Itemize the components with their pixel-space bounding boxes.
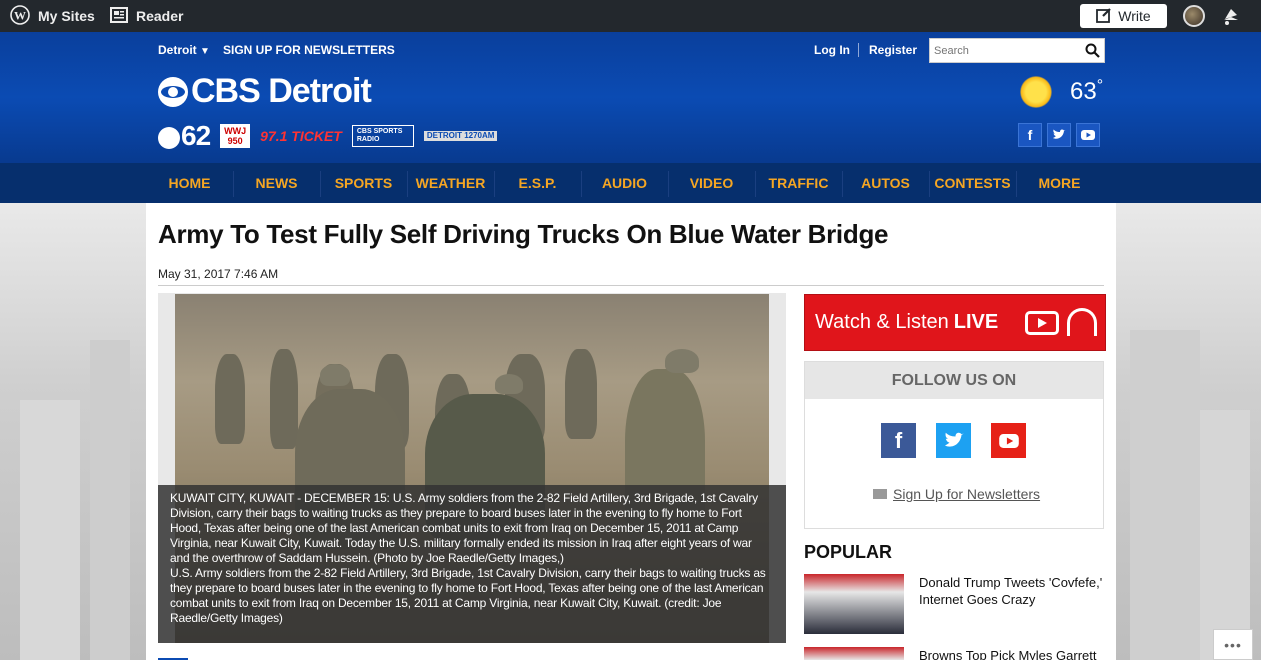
nav-divider xyxy=(494,171,495,197)
reader-link[interactable]: Reader xyxy=(110,0,183,32)
popular-thumbnail xyxy=(804,574,904,634)
envelope-icon xyxy=(873,489,887,499)
newsletter-link[interactable]: Sign Up for Newsletters xyxy=(873,486,1040,502)
popular-thumbnail xyxy=(804,647,904,660)
popular-title: POPULAR xyxy=(804,542,893,562)
nav-item-sports[interactable]: SPORTS xyxy=(320,163,407,203)
newsletter-signup-link[interactable]: SIGN UP FOR NEWSLETTERS xyxy=(223,43,395,57)
nav-divider xyxy=(929,171,930,197)
detroit-1270-logo[interactable]: DETROIT 1270AM xyxy=(423,131,498,141)
cbs62-text: 62 xyxy=(181,120,211,151)
divider xyxy=(858,43,859,57)
follow-us-panel: FOLLOW US ON f Sign Up for Newsletters xyxy=(804,361,1104,529)
caption-main: KUWAIT CITY, KUWAIT - DECEMBER 15: U.S. … xyxy=(170,491,758,565)
site-header: Detroit ▼ SIGN UP FOR NEWSLETTERS Log In… xyxy=(0,32,1261,163)
youtube-icon[interactable] xyxy=(991,423,1026,458)
nav-item-home[interactable]: HOME xyxy=(146,163,233,203)
youtube-icon[interactable] xyxy=(1076,123,1100,147)
video-icon xyxy=(1025,311,1059,335)
nav-divider xyxy=(320,171,321,197)
cbs-detroit-logo[interactable]: CBS Detroit xyxy=(158,72,372,111)
user-avatar[interactable] xyxy=(1183,5,1205,27)
caption-credit: U.S. Army soldiers from the 2-82 Field A… xyxy=(170,566,766,625)
watch-listen-live-banner[interactable]: Watch & Listen LIVE xyxy=(804,294,1106,351)
degree-symbol: ° xyxy=(1096,77,1104,94)
popular-item[interactable]: Donald Trump Tweets 'Covfefe,' Internet … xyxy=(804,574,1104,636)
nav-item-traffic[interactable]: TRAFFIC xyxy=(755,163,842,203)
nav-item-more[interactable]: MORE xyxy=(1016,163,1103,203)
search-box xyxy=(929,38,1105,63)
svg-text:W: W xyxy=(14,8,26,22)
nav-divider xyxy=(668,171,669,197)
nav-divider xyxy=(842,171,843,197)
nav-item-esp[interactable]: E.S.P. xyxy=(494,163,581,203)
cbs-eye-icon xyxy=(158,76,188,107)
divider xyxy=(158,285,1104,286)
facebook-icon[interactable]: f xyxy=(1018,123,1042,147)
register-link[interactable]: Register xyxy=(869,43,917,57)
nav-item-audio[interactable]: AUDIO xyxy=(581,163,668,203)
nav-divider xyxy=(1016,171,1017,197)
my-sites-link[interactable]: W My Sites xyxy=(10,0,95,32)
sun-icon xyxy=(1020,76,1052,108)
search-icon[interactable] xyxy=(1085,43,1100,63)
live-label: LIVE xyxy=(953,311,999,333)
write-button[interactable]: Write xyxy=(1080,4,1167,28)
nav-item-video[interactable]: VIDEO xyxy=(668,163,755,203)
nav-divider xyxy=(581,171,582,197)
logo-text: CBS Detroit xyxy=(191,72,372,110)
pencil-icon xyxy=(1096,7,1112,26)
popular-title-text: Browns Top Pick Myles Garrett xyxy=(919,648,1097,660)
popular-title-text: Donald Trump Tweets 'Covfefe,' Internet … xyxy=(919,575,1103,607)
bell-icon[interactable] xyxy=(1221,6,1241,31)
login-link[interactable]: Log In xyxy=(814,43,850,57)
follow-us-title: FOLLOW US ON xyxy=(805,362,1103,399)
photo-caption: KUWAIT CITY, KUWAIT - DECEMBER 15: U.S. … xyxy=(158,485,786,643)
ticket-logo[interactable]: 97.1 TICKET xyxy=(260,129,342,143)
nav-divider xyxy=(755,171,756,197)
temperature: 63 xyxy=(1070,78,1097,105)
header-social-links: f xyxy=(1018,123,1100,147)
newsletter-link-label: Sign Up for Newsletters xyxy=(893,486,1041,502)
nav-divider xyxy=(233,171,234,197)
reader-icon xyxy=(110,6,128,26)
weather-widget[interactable]: 63 ° xyxy=(1020,76,1103,108)
caret-down-icon: ▼ xyxy=(200,46,210,57)
twitter-icon[interactable] xyxy=(936,423,971,458)
twitter-icon[interactable] xyxy=(1047,123,1071,147)
wordpress-icon: W xyxy=(10,4,30,28)
main-nav: HOME NEWS SPORTS WEATHER E.S.P. AUDIO VIDEO TRA… xyxy=(0,163,1261,203)
wp-admin-bar: W My Sites Reader Write xyxy=(0,0,1261,32)
nav-divider xyxy=(407,171,408,197)
headphones-icon xyxy=(1067,308,1097,336)
article-container: Army To Test Fully Self Driving Trucks O… xyxy=(146,203,1116,660)
location-dropdown[interactable]: Detroit ▼ xyxy=(158,43,210,57)
more-options-button[interactable]: ••• xyxy=(1213,629,1253,660)
popular-item[interactable]: Browns Top Pick Myles Garrett xyxy=(804,647,1104,660)
reader-label: Reader xyxy=(136,8,184,24)
article-photo[interactable]: KUWAIT CITY, KUWAIT - DECEMBER 15: U.S. … xyxy=(158,293,786,643)
article-date: May 31, 2017 7:46 AM xyxy=(158,267,279,281)
facebook-icon[interactable]: f xyxy=(881,423,916,458)
nav-item-weather[interactable]: WEATHER xyxy=(407,163,494,203)
search-input[interactable] xyxy=(930,39,1080,62)
follow-social-icons: f xyxy=(881,423,1026,458)
cbs-sports-radio-logo[interactable]: CBS SPORTS RADIO xyxy=(351,125,414,147)
write-label: Write xyxy=(1118,8,1151,24)
nav-item-news[interactable]: NEWS xyxy=(233,163,320,203)
my-sites-label: My Sites xyxy=(38,8,95,24)
article-headline: Army To Test Fully Self Driving Trucks O… xyxy=(158,219,889,249)
location-label: Detroit xyxy=(158,43,197,57)
cbs62-logo[interactable]: 62 xyxy=(158,120,211,152)
live-prefix: Watch & Listen xyxy=(815,311,949,333)
nav-item-autos[interactable]: AUTOS xyxy=(842,163,929,203)
nav-item-contests[interactable]: CONTESTS xyxy=(929,163,1016,203)
station-logos: 62 WWJ 950 97.1 TICKET CBS SPORTS RADIO … xyxy=(158,120,498,152)
wwj-logo[interactable]: WWJ 950 xyxy=(220,124,251,148)
